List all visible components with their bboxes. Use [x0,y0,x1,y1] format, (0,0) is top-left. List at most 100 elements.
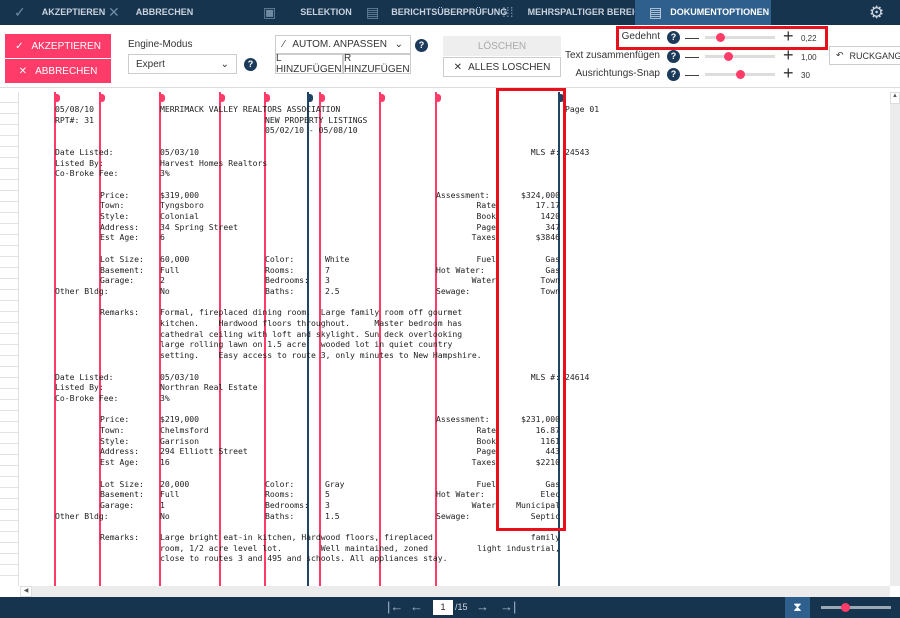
document-text: 2.5 [325,285,340,296]
column-handle-icon[interactable] [320,94,325,102]
report-icon: ▤ [366,4,380,20]
auto-fit-dropdown[interactable]: ⁄ AUTOM. ANPASSEN ⌄ [275,35,411,54]
document-text: Listed By: [55,157,104,168]
bottom-bar: |← ← 1 /15 → →| ⧗ [0,597,900,618]
column-handle-icon[interactable] [55,94,60,102]
help-icon[interactable]: ? [667,68,680,81]
document-text: 6 [160,232,165,243]
document-line: Remarks: Large bright eat-in kitchen, Har… [0,532,890,543]
plus-icon[interactable]: + [783,64,794,82]
close-icon: ✕ [108,4,120,20]
column-handle-icon[interactable] [220,94,225,102]
document-text: 294 Elliott Street [160,446,248,457]
document-line: Basement: Full Rooms: 7 Hot Water: Gas [0,265,890,276]
scroll-up-icon[interactable]: ▲ [890,92,900,104]
undo-button[interactable]: ↶ RUCKGANGI [829,46,900,65]
zoom-slider[interactable] [821,603,891,612]
document-text: Bedrooms: [265,275,309,286]
document-text: Baths: [265,510,295,521]
document-text: room, 1/2 acre level lot. Well maintaine… [160,542,429,553]
previous-page-icon[interactable]: ← [410,599,423,614]
document-text: Water [471,499,496,510]
document-line: Style: Garrison Book 1161 [0,436,890,447]
document-text: Color: [265,253,295,264]
tab-selection[interactable]: ▣ SELEKTION [263,0,352,25]
document-text: 5 [325,489,330,500]
column-handle-icon[interactable] [265,94,270,102]
document-text: Book [476,211,497,221]
snap-slider[interactable] [705,67,775,81]
highlight-box-stretch [616,26,828,50]
label: AKZEPTIEREN [41,7,106,17]
document-text: 05/03/10 [160,371,199,382]
document-text: Sewage: [436,285,471,296]
document-line: Remarks: Formal, fireplaced dining room. … [0,307,890,318]
document-text: kitchen. Hardwood floors throughout. Mas… [160,318,463,328]
tab-report-review[interactable]: ▤ BERICHTSÜBERPRÜFUNG [366,0,507,25]
document-line: Lot Size: 20,000 Color: Gray Fuel Gas [0,479,890,490]
last-page-icon[interactable]: →| [500,599,516,614]
value: Expert [136,58,165,70]
document-text: Hot Water: [436,264,485,275]
tab-multicolumn[interactable]: ⁞⁞⁞ MEHRSPALTIGER BEREICH [502,0,647,25]
document-text: Other Bldg: [55,510,109,521]
document-text: Color: [265,478,295,489]
document-text: Basement: [100,489,144,500]
document-text: Water [471,275,496,286]
plus-icon[interactable]: + [783,46,794,64]
top-accept-button[interactable]: ✓ AKZEPTIEREN [14,0,105,25]
column-handle-icon[interactable] [160,94,165,102]
document-text: Town: [100,425,125,435]
column-handle-icon[interactable] [308,94,313,102]
document-text: Hot Water: [436,489,485,500]
accept-button[interactable]: ✓ AKZEPTIEREN [5,34,111,58]
undo-icon: ↶ [836,50,844,60]
document-text: Price: [100,189,130,200]
slider-knob[interactable] [724,52,734,61]
help-icon[interactable]: ? [667,50,680,63]
delete-all-button[interactable]: ✕ ALLES LOSCHEN [443,57,561,77]
document-line: Address: 294 Elliott Street Page 443 [0,446,890,457]
document-settings-icon: ▤ [649,4,663,20]
label: ABBRECHEN [35,65,98,77]
add-left-button[interactable]: L HINZUFÜGEN [275,53,343,75]
document-line: kitchen. Hardwood floors throughout. Mas… [0,318,890,329]
document-text: Garrison [160,435,199,446]
label: SELEKTION [300,7,352,17]
add-right-button[interactable]: R HINZUFÜGEN [343,53,411,75]
minus-icon[interactable]: — [685,49,699,63]
column-marker-toggle-icon[interactable]: ⧗ [785,597,810,618]
top-cancel-button[interactable]: ✕ ABBRECHEN [108,0,193,25]
first-page-icon[interactable]: |← [387,599,403,614]
document-text: 05/02/10 - 05/08/10 [265,125,358,136]
document-text: Remarks: [100,307,139,318]
slider-knob[interactable] [736,70,745,79]
column-handle-icon[interactable] [436,94,441,102]
document-text: light industrial, [477,542,560,553]
scroll-left-icon[interactable]: ◀ [20,586,32,597]
document-text: 60,000 [160,253,190,264]
help-icon[interactable]: ? [415,39,428,52]
engine-mode-select[interactable]: Expert ⌄ [128,54,237,74]
minus-icon[interactable]: — [685,67,699,81]
delete-button[interactable]: LÖSCHEN [443,36,561,56]
horizontal-scrollbar[interactable]: ◀ [20,586,890,597]
help-icon[interactable]: ? [244,58,257,71]
gear-icon[interactable]: ⚙ [869,0,884,25]
document-line: Est Age: 6 Taxes $3846 [0,232,890,243]
merge-text-slider[interactable] [705,49,775,63]
next-page-icon[interactable]: → [476,599,489,614]
column-handle-icon[interactable] [100,94,105,102]
page-number-input[interactable]: 1 [433,600,453,615]
document-text: Date Listed: [55,371,114,382]
vertical-scrollbar[interactable]: ▲ [890,92,900,586]
label: MEHRSPALTIGER BEREICH [527,7,648,17]
column-handle-icon[interactable] [380,94,385,102]
document-text: Fuel [476,253,497,264]
tab-document-options[interactable]: ▤ DOKUMENTOPTIONEN [635,0,771,25]
cancel-button[interactable]: ✕ ABBRECHEN [5,59,111,83]
document-line: Other Bldg: No Baths: 2.5 Sewage: Town [0,286,890,297]
